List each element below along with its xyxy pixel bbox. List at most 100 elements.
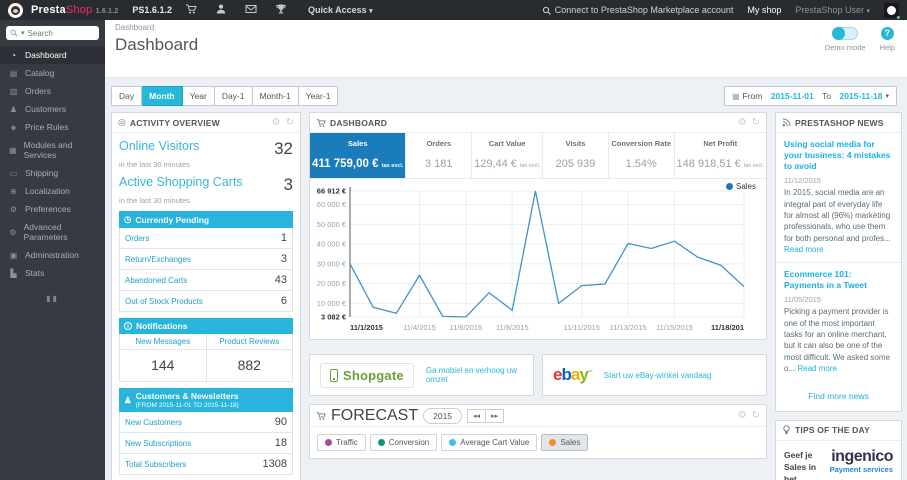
kpi-visits[interactable]: Visits 205 939 [543, 133, 609, 178]
online-visitors-link[interactable]: Online Visitors [119, 139, 199, 153]
messages-icon[interactable] [240, 0, 262, 20]
sidebar-item-label: Localization [25, 186, 70, 196]
forecast-legend: Traffic Conversion Average Cart Value Sa… [310, 427, 766, 458]
activity-panel-body: Online Visitors 32 in the last 30 minute… [112, 133, 300, 480]
forecast-panel-header: FORECAST 2015 ◂◂ ▸▸ ⚙ ↻ [310, 405, 766, 427]
prestashop-logo-icon[interactable] [8, 2, 23, 18]
gear-icon[interactable]: ⚙ [272, 117, 281, 128]
trophy-icon[interactable] [270, 0, 292, 20]
marketplace-link[interactable]: Connect to PrestaShop Marketplace accoun… [542, 5, 733, 15]
wrench-icon: ⚙ [9, 204, 18, 214]
kpi-cart-value[interactable]: Cart Value 129,44 € tax excl. [472, 133, 544, 178]
search-scope-caret[interactable]: ▾ [21, 29, 25, 37]
search-input[interactable] [27, 28, 86, 38]
kpi-conversion-rate[interactable]: Conversion Rate 1.54% [609, 133, 675, 178]
new-subscriptions-link[interactable]: New Subscriptions [125, 439, 191, 448]
demo-mode-toggle[interactable] [832, 27, 859, 40]
sidebar-collapse-button[interactable]: ▮▮ [0, 294, 105, 303]
activity-panel-header: ◎ ACTIVITY OVERVIEW ⚙ ↻ [112, 113, 300, 133]
total-subscribers-link[interactable]: Total Subscribers [125, 460, 186, 469]
read-more-link[interactable]: Read more [784, 245, 824, 254]
my-shop-link[interactable]: My shop [747, 5, 781, 15]
period-month-button[interactable]: Month [142, 86, 183, 106]
sidebar-item-preferences[interactable]: ⚙ Preferences [0, 200, 105, 218]
quick-access-menu[interactable]: Quick Access ▾ [308, 5, 373, 15]
find-more-news-link[interactable]: Find more news [776, 382, 901, 411]
pending-row-out-of-stock: Out of Stock Products 6 [119, 291, 293, 312]
forecast-panel-title: FORECAST [331, 406, 419, 424]
pending-orders-link[interactable]: Orders [125, 234, 149, 243]
admin-icon: ▣ [9, 250, 18, 260]
sidebar-item-label: Stats [25, 268, 45, 278]
user-menu[interactable]: PrestaShop User ▾ [795, 5, 870, 15]
sidebar-item-label: Dashboard [25, 50, 67, 60]
kpi-orders[interactable]: Orders 3 181 [406, 133, 473, 178]
cart-icon[interactable] [180, 0, 202, 20]
forecast-legend-conversion[interactable]: Conversion [369, 434, 438, 451]
period-year-button[interactable]: Year [182, 86, 215, 106]
gear-icon[interactable]: ⚙ [738, 410, 747, 421]
sidebar-nav: ◔ Dashboard ▤ Catalog ▥ Orders ♟ Customers ◈… [0, 46, 105, 282]
news-article-excerpt: Picking a payment provider is one of the… [784, 307, 890, 374]
sidebar-item-localization[interactable]: ⊕ Localization [0, 182, 105, 200]
forecast-legend-traffic[interactable]: Traffic [317, 434, 366, 451]
abandoned-carts-link[interactable]: Abandoned Carts [125, 276, 187, 285]
plug-icon [542, 6, 551, 15]
globe-icon: ⊕ [10, 186, 17, 196]
forecast-legend-sales[interactable]: Sales [541, 434, 589, 451]
backward-button[interactable]: ◂◂ [467, 408, 487, 423]
active-carts-link[interactable]: Active Shopping Carts [119, 175, 243, 189]
sidebar-item-advanced-parameters[interactable]: ⚙ Advanced Parameters [0, 218, 105, 246]
sidebar-item-customers[interactable]: ♟ Customers [0, 100, 105, 118]
news-article-title-link[interactable]: Ecommerce 101: Payments in a Tweet [784, 269, 893, 291]
out-of-stock-link[interactable]: Out of Stock Products [125, 297, 203, 306]
refresh-icon[interactable]: ↻ [752, 410, 760, 421]
period-month-1-button[interactable]: Month-1 [252, 86, 299, 106]
read-more-link[interactable]: Read more [797, 364, 837, 373]
news-article-title-link[interactable]: Using social media for your business: 4 … [784, 139, 893, 172]
customers-icon[interactable] [210, 0, 232, 20]
svg-text:50 000 €: 50 000 € [317, 220, 347, 229]
sidebar-item-dashboard[interactable]: ◔ Dashboard [0, 46, 105, 64]
total-subscribers-value: 1308 [262, 458, 287, 470]
pending-returns-link[interactable]: Return/Exchanges [125, 255, 191, 264]
sidebar-item-label: Shipping [25, 168, 59, 178]
tips-panel-body: ingenico Payment services Geef je Sales … [776, 441, 901, 480]
sidebar-item-shipping[interactable]: ▭ Shipping [0, 164, 105, 182]
refresh-icon[interactable]: ↻ [286, 117, 294, 128]
kpi-net-profit[interactable]: Net Profit 148 918,51 € tax excl. [675, 133, 766, 178]
sidebar-item-modules[interactable]: ▦ Modules and Services [0, 136, 105, 164]
period-day-1-button[interactable]: Day-1 [214, 86, 253, 106]
demo-mode-label: Demo mode [824, 43, 866, 52]
date-range-picker[interactable]: ▦ From 2015-11-01 To 2015-11-18 ▾ [723, 86, 897, 106]
sidebar-item-stats[interactable]: ▙ Stats [0, 264, 105, 282]
new-messages-link[interactable]: New Messages [120, 334, 206, 350]
calendar-icon: ▦ [731, 91, 740, 101]
sidebar-search[interactable]: ▾ [6, 26, 99, 40]
news-article-date: 11/05/2015 [784, 295, 821, 305]
avatar[interactable] [884, 2, 901, 20]
new-subscriptions-row: New Subscriptions 18 [119, 433, 293, 454]
prestashop-admin-page: PrestaShop 1.6.1.2 PS1.6.1.2 Quick Acces… [0, 0, 907, 480]
forward-button[interactable]: ▸▸ [486, 408, 505, 423]
new-customers-link[interactable]: New Customers [125, 418, 182, 427]
chart-legend[interactable]: Sales [725, 182, 756, 191]
sidebar-item-orders[interactable]: ▥ Orders [0, 82, 105, 100]
refresh-icon[interactable]: ↻ [752, 117, 760, 128]
gear-icon[interactable]: ⚙ [738, 117, 747, 128]
ebay-link[interactable]: Start uw eBay-winkel vandaag [604, 371, 712, 380]
product-reviews-value: 882 [237, 357, 261, 373]
ingenico-logo[interactable]: ingenico Payment services [830, 448, 894, 474]
product-reviews-link[interactable]: Product Reviews [206, 334, 292, 350]
period-year-1-button[interactable]: Year-1 [298, 86, 339, 106]
sidebar-item-catalog[interactable]: ▤ Catalog [0, 64, 105, 82]
period-day-button[interactable]: Day [111, 86, 143, 106]
sidebar-item-price-rules[interactable]: ◈ Price Rules [0, 118, 105, 136]
help-control: ? Help [880, 27, 895, 52]
sidebar-item-administration[interactable]: ▣ Administration [0, 246, 105, 264]
shopgate-link[interactable]: Ga mobiel en verhoog uw omzet [426, 366, 523, 384]
kpi-sales[interactable]: Sales 411 759,00 € tax excl. [310, 133, 407, 178]
news-article-date: 11/12/2015 [784, 176, 821, 186]
help-icon[interactable]: ? [880, 27, 894, 40]
forecast-legend-average-cart-value[interactable]: Average Cart Value [441, 434, 538, 451]
